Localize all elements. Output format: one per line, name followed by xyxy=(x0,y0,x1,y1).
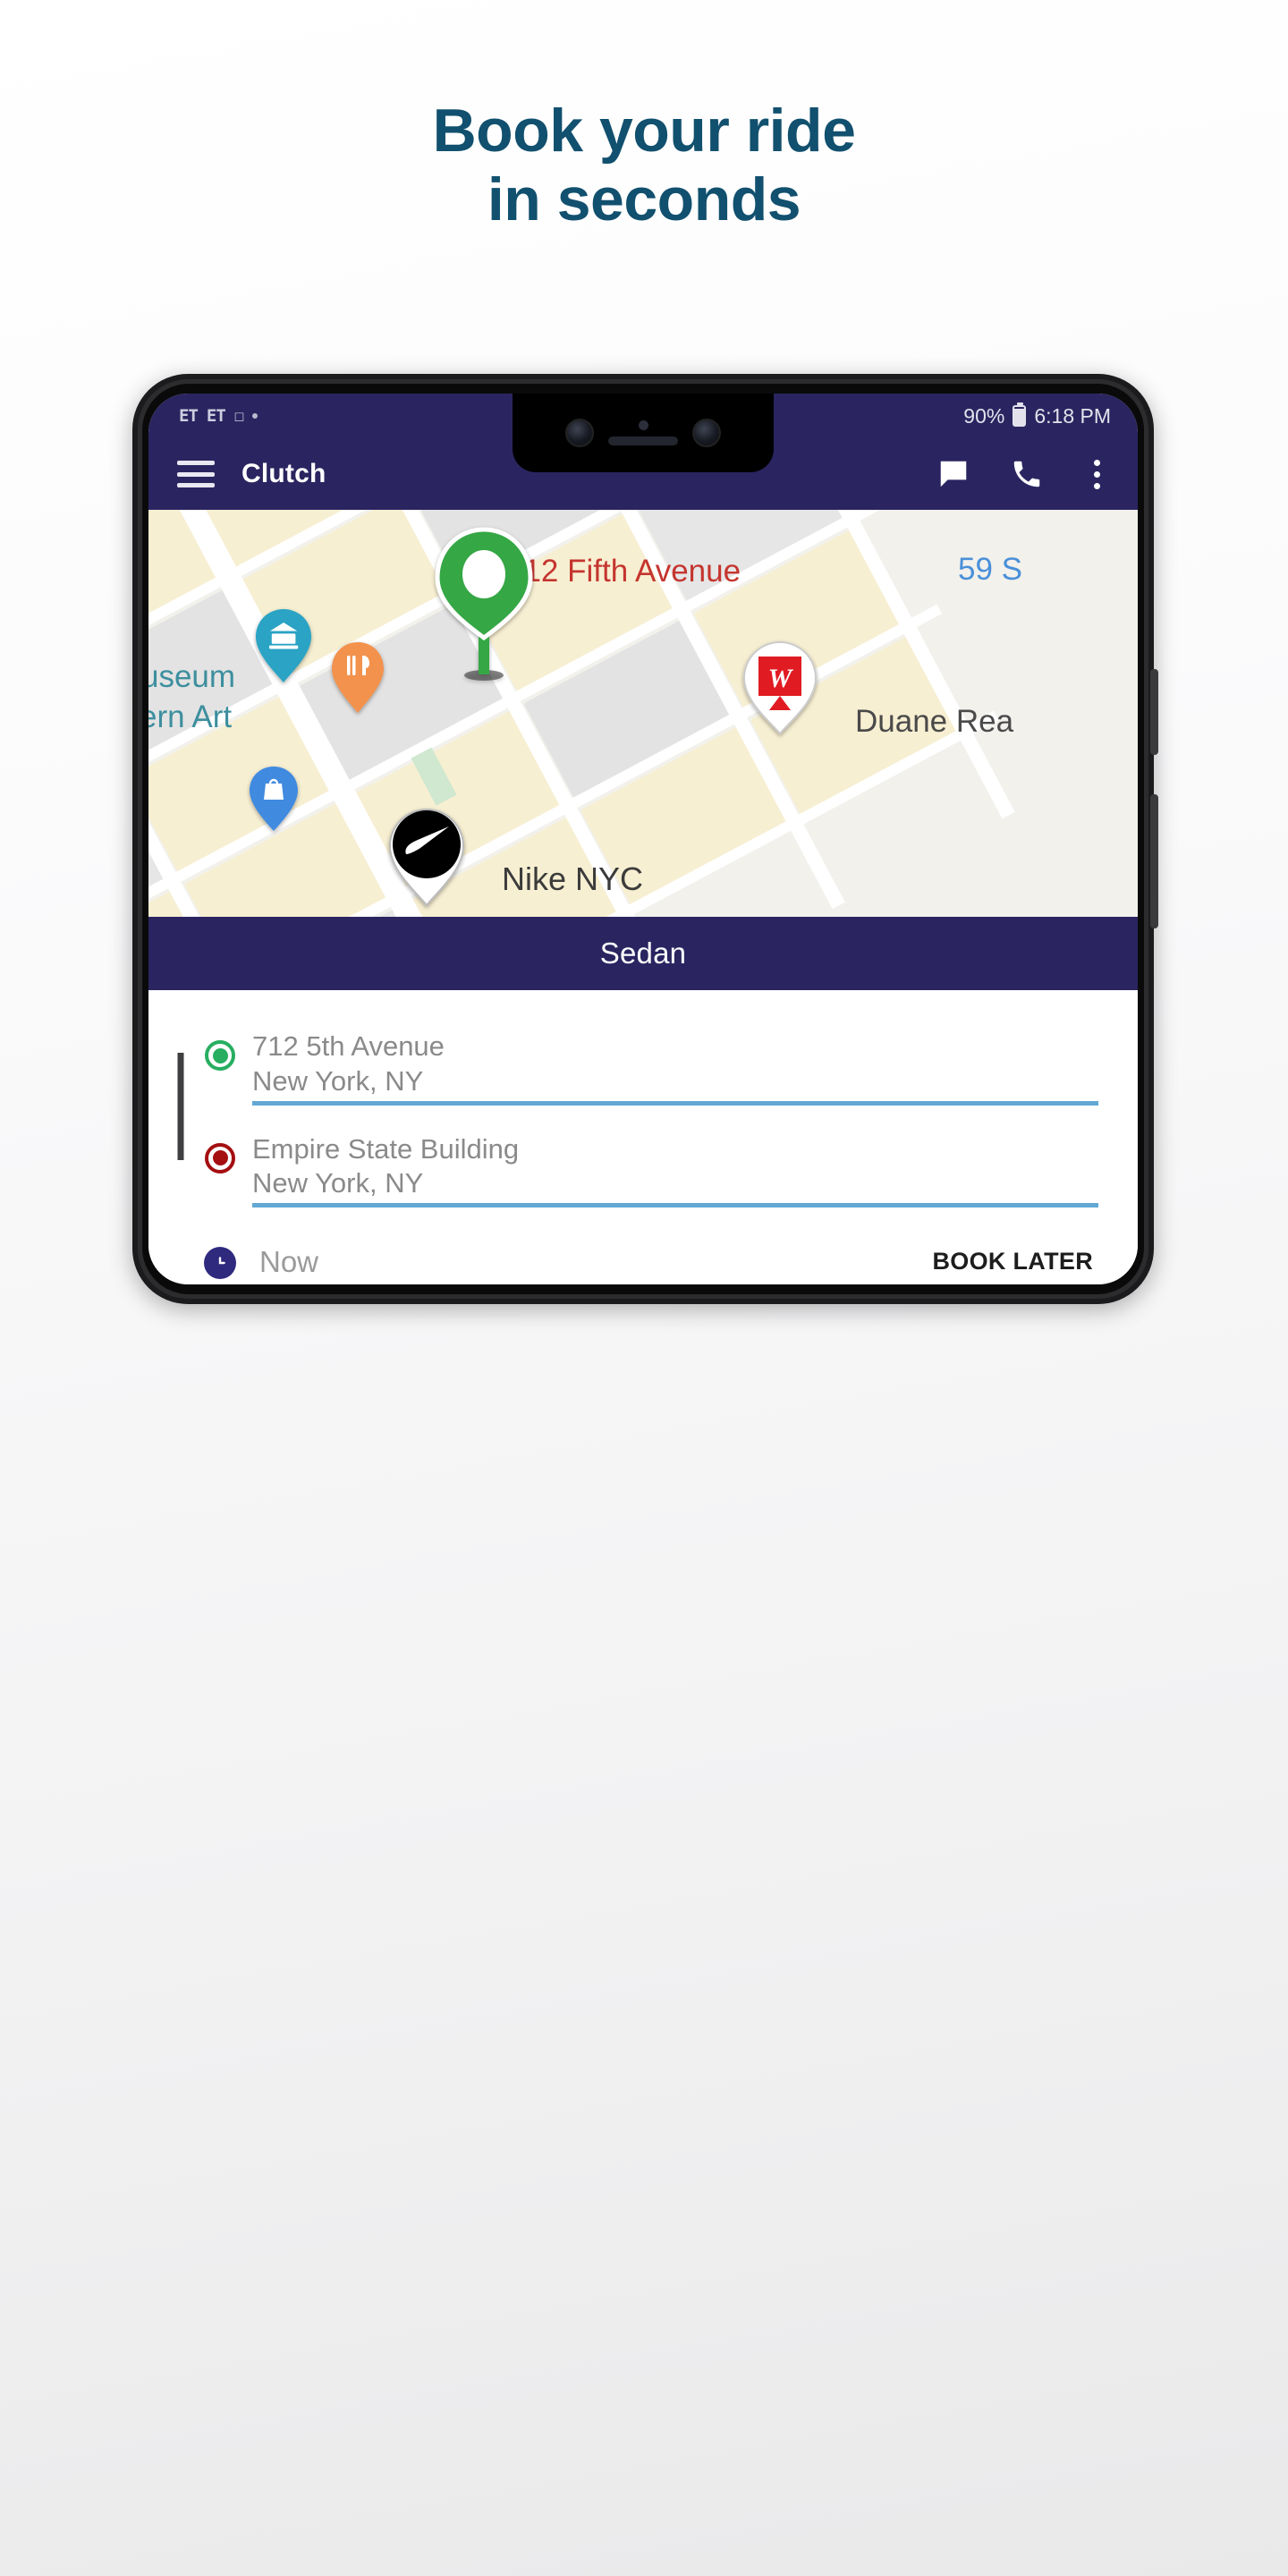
pickup-time-value: Now xyxy=(259,1245,319,1278)
signal-et-icon-1: ET xyxy=(179,406,199,426)
phone-icon[interactable] xyxy=(1010,457,1044,491)
headline-line-1: Book your ride xyxy=(432,97,856,165)
vehicle-type-label: Sedan xyxy=(599,936,687,970)
volume-button[interactable] xyxy=(1150,794,1158,928)
overflow-menu-icon[interactable] xyxy=(1083,456,1111,493)
status-time: 6:18 PM xyxy=(1034,403,1111,428)
phone-shell: ET ET ☐ 90% 6:18 PM Clutch 712 Fifth Ave… xyxy=(132,374,1158,1304)
booking-form: 712 5th Avenue New York, NY Empire State… xyxy=(148,990,1138,1284)
front-camera-2-icon xyxy=(692,419,721,447)
pickup-marker-icon xyxy=(205,1040,235,1071)
pickup-address: 712 5th Avenue xyxy=(252,1030,445,1062)
map-label-59s: 59 S xyxy=(958,552,1022,587)
hamburger-menu-icon[interactable] xyxy=(177,461,215,487)
phone-screen: ET ET ☐ 90% 6:18 PM Clutch 712 Fifth Ave… xyxy=(148,394,1138,1284)
map-label-museum: useum xyxy=(148,659,235,694)
page-title: Book your ride in seconds xyxy=(0,97,1288,234)
vehicle-type-bar[interactable]: Sedan xyxy=(148,917,1138,990)
pickup-city: New York, NY xyxy=(252,1064,1098,1106)
headline-line-2: in seconds xyxy=(487,165,801,233)
phone-notch xyxy=(513,394,774,472)
svg-text:W: W xyxy=(768,664,794,693)
destination-address: Empire State Building xyxy=(252,1132,520,1165)
destination-row[interactable]: Empire State Building New York, NY xyxy=(188,1123,1098,1214)
sensor-icon xyxy=(638,420,648,430)
destination-field[interactable]: Empire State Building New York, NY xyxy=(252,1123,1098,1214)
earpiece-speaker xyxy=(608,436,678,445)
clutch-app: ET ET ☐ 90% 6:18 PM Clutch 712 Fifth Ave… xyxy=(148,394,1138,1284)
front-camera-icon xyxy=(565,419,594,447)
phone-mockup: ET ET ☐ 90% 6:18 PM Clutch 712 Fifth Ave… xyxy=(132,374,1158,1304)
time-row[interactable]: Now BOOK LATER xyxy=(188,1227,1098,1284)
map-view[interactable]: 712 Fifth Avenue 59 S useum ern Art Duan… xyxy=(148,510,1138,917)
book-later-button[interactable]: BOOK LATER xyxy=(933,1248,1096,1279)
clock-icon xyxy=(204,1247,236,1279)
pickup-time-field[interactable]: Now BOOK LATER xyxy=(252,1233,1095,1284)
power-button[interactable] xyxy=(1150,669,1158,755)
map-label-712-fifth-avenue: 712 Fifth Avenue xyxy=(506,554,741,589)
app-title: Clutch xyxy=(242,459,326,488)
pickup-field[interactable]: 712 5th Avenue New York, NY xyxy=(252,1021,1098,1111)
sim-icon: ☐ xyxy=(233,406,244,426)
battery-percent: 90% xyxy=(963,403,1005,428)
destination-marker-icon xyxy=(205,1142,235,1174)
battery-icon xyxy=(1013,402,1027,427)
chat-icon[interactable] xyxy=(936,457,970,491)
destination-city: New York, NY xyxy=(252,1166,1098,1208)
map-label-modern-art: ern Art xyxy=(148,699,232,734)
pickup-row[interactable]: 712 5th Avenue New York, NY xyxy=(188,1021,1098,1111)
status-dot-icon xyxy=(252,413,258,419)
route-connector-line xyxy=(177,1053,184,1160)
signal-et-icon-2: ET xyxy=(206,406,226,426)
map-label-nike-nyc: Nike NYC xyxy=(502,860,643,897)
map-label-duane-reade: Duane Rea xyxy=(855,704,1014,739)
